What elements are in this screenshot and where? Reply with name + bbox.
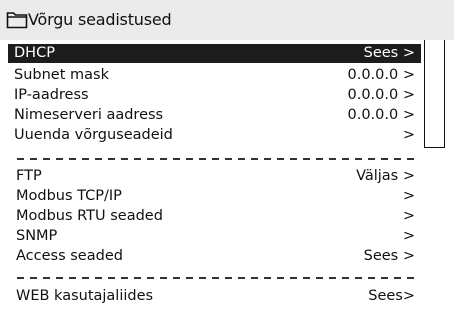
divider: [17, 277, 419, 279]
menu-item-modbus-tcp[interactable]: Modbus TCP/IP >: [12, 187, 417, 206]
menu-item-snmp[interactable]: SNMP >: [12, 227, 417, 246]
menu-item-label: WEB kasutajaliides: [16, 288, 154, 304]
menu-item-value: Sees>: [368, 288, 415, 304]
network-settings-list: DHCP Sees > Subnet mask 0.0.0.0 > IP-aad…: [8, 40, 445, 149]
menu-item-value: >: [402, 127, 415, 143]
menu-item-subnet-mask[interactable]: Subnet mask 0.0.0.0 >: [8, 66, 421, 85]
menu-item-label: Modbus RTU seaded: [16, 208, 163, 224]
menu-item-web-ui[interactable]: WEB kasutajaliides Sees>: [12, 287, 417, 306]
menu-item-update-network[interactable]: Uuenda võrguseadeid >: [8, 126, 421, 145]
menu-item-label: FTP: [16, 168, 42, 184]
menu-item-value: >: [402, 208, 415, 224]
menu-item-ftp[interactable]: FTP Väljas >: [12, 167, 417, 186]
menu-item-label: Uuenda võrguseadeid: [14, 127, 173, 143]
folder-icon: [6, 12, 28, 29]
menu-item-label: Nimeserveri aadress: [14, 107, 164, 123]
menu-item-nameserver[interactable]: Nimeserveri aadress 0.0.0.0 >: [8, 106, 421, 125]
menu-item-label: SNMP: [16, 228, 58, 244]
title-bar: Võrgu seadistused: [0, 0, 454, 40]
menu-item-value: Väljas >: [356, 168, 415, 184]
menu-item-label: IP-aadress: [14, 87, 89, 103]
menu-item-dhcp[interactable]: DHCP Sees >: [8, 44, 421, 63]
menu-item-label: Modbus TCP/IP: [16, 188, 122, 204]
menu-item-value: 0.0.0.0 >: [347, 87, 416, 103]
menu-item-value: 0.0.0.0 >: [347, 107, 416, 123]
menu-item-value: Sees >: [363, 248, 415, 264]
scrollbar[interactable]: [424, 40, 445, 148]
menu-item-value: >: [402, 188, 415, 204]
menu-item-label: DHCP: [14, 45, 55, 61]
menu-item-value: 0.0.0.0 >: [347, 67, 416, 83]
menu-item-value: Sees >: [363, 45, 415, 61]
menu-item-value: >: [402, 228, 415, 244]
divider: [17, 158, 419, 160]
menu-item-access[interactable]: Access seaded Sees >: [12, 247, 417, 266]
menu-item-label: Access seaded: [16, 248, 123, 264]
page-title: Võrgu seadistused: [28, 10, 172, 29]
menu-item-modbus-rtu[interactable]: Modbus RTU seaded >: [12, 207, 417, 226]
menu-item-ip-address[interactable]: IP-aadress 0.0.0.0 >: [8, 86, 421, 105]
menu-item-label: Subnet mask: [14, 67, 109, 83]
